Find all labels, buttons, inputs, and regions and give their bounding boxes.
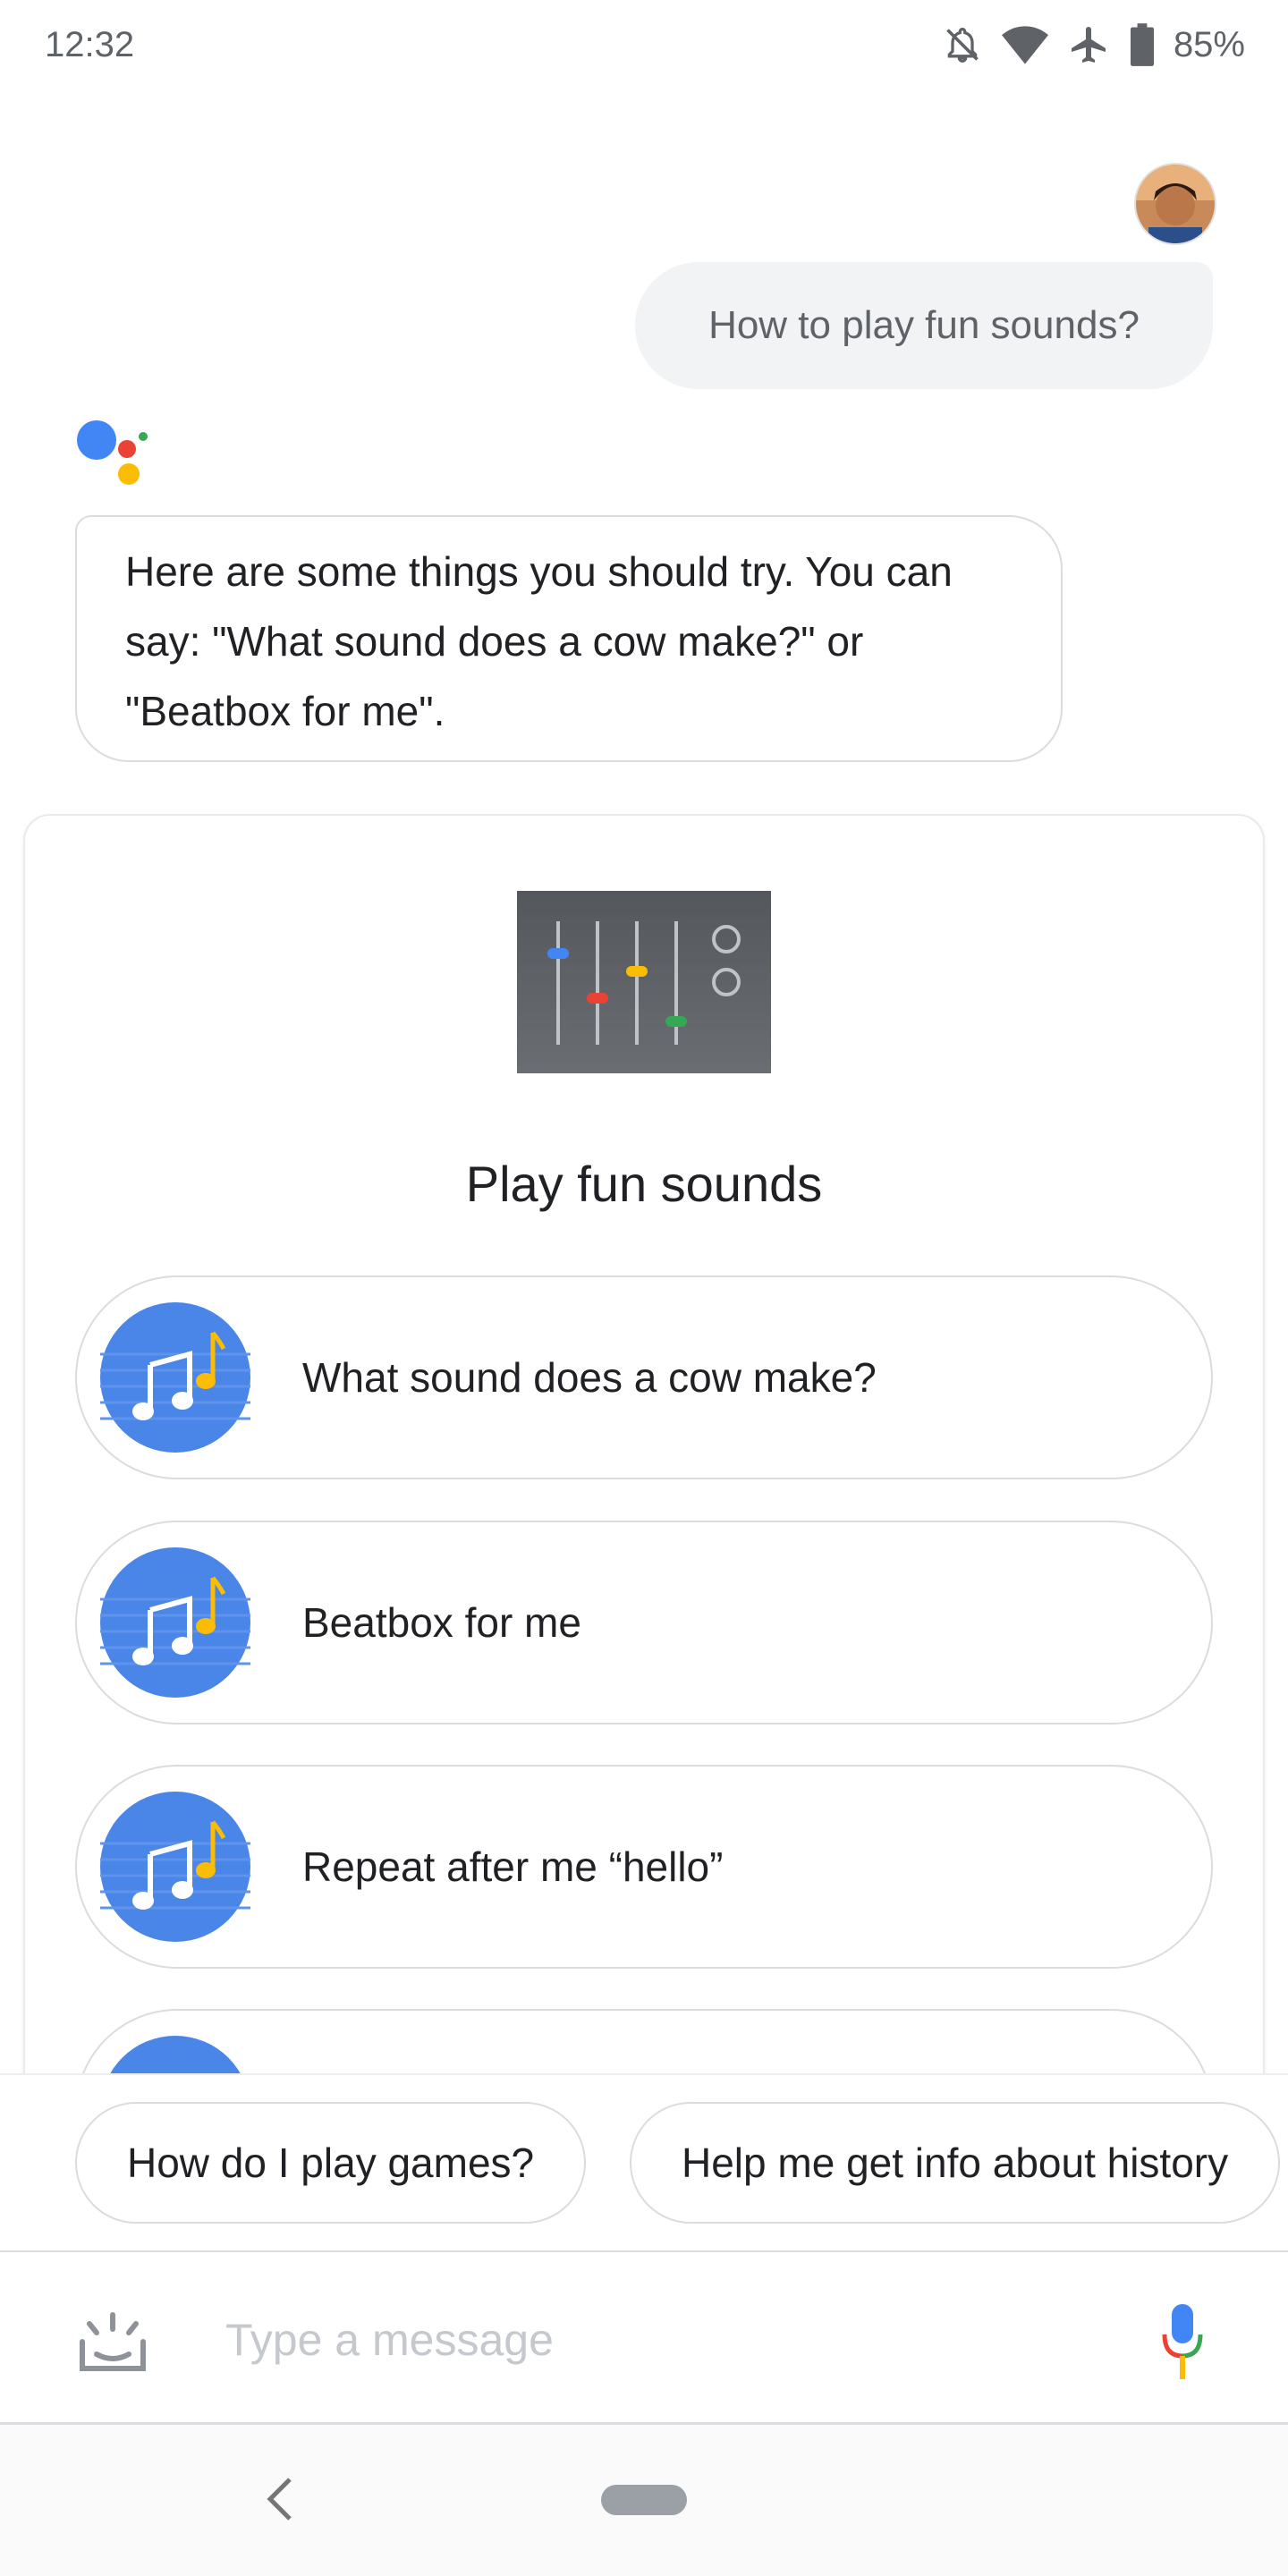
notifications-off-icon [946, 27, 979, 63]
suggestion-repeat-after-me[interactable]: Repeat after me “hello” [75, 1765, 1213, 1969]
card-title: Play fun sounds [465, 1156, 823, 1212]
assistant-message-bubble: Here are some things you should try. You… [75, 515, 1063, 762]
chip-how-play-games[interactable]: How do I play games? [75, 2102, 587, 2224]
airplane-mode-icon [1071, 27, 1106, 63]
music-note-icon [100, 1792, 250, 1942]
chip-history-info[interactable]: Help me get info about history [630, 2102, 1281, 2224]
status-time: 12:32 [45, 25, 135, 64]
user-avatar[interactable] [1134, 163, 1216, 245]
lens-icon[interactable] [77, 2309, 148, 2374]
home-pill[interactable] [601, 2485, 687, 2515]
message-input[interactable] [225, 2299, 1120, 2381]
suggestion-what-sound-cow[interactable]: What sound does a cow make? [75, 1275, 1213, 1479]
sound-mixer-image [517, 891, 771, 1073]
suggestion-label: Beatbox for me [302, 1599, 581, 1646]
user-message-bubble: How to play fun sounds? [635, 262, 1213, 389]
battery-icon [1130, 23, 1154, 66]
status-icons: 85% [943, 20, 1245, 70]
battery-percent: 85% [1173, 25, 1245, 64]
suggestion-beatbox[interactable]: Beatbox for me [75, 1521, 1213, 1724]
microphone-icon[interactable] [1161, 2304, 1204, 2379]
google-assistant-icon [77, 420, 148, 485]
back-icon[interactable] [263, 2476, 295, 2522]
wifi-icon [1001, 26, 1048, 64]
music-note-icon [100, 1302, 250, 1453]
suggestion-label: Repeat after me “hello” [302, 1843, 724, 1890]
suggestion-label: What sound does a cow make? [302, 1354, 877, 1401]
music-note-icon [100, 1547, 250, 1698]
